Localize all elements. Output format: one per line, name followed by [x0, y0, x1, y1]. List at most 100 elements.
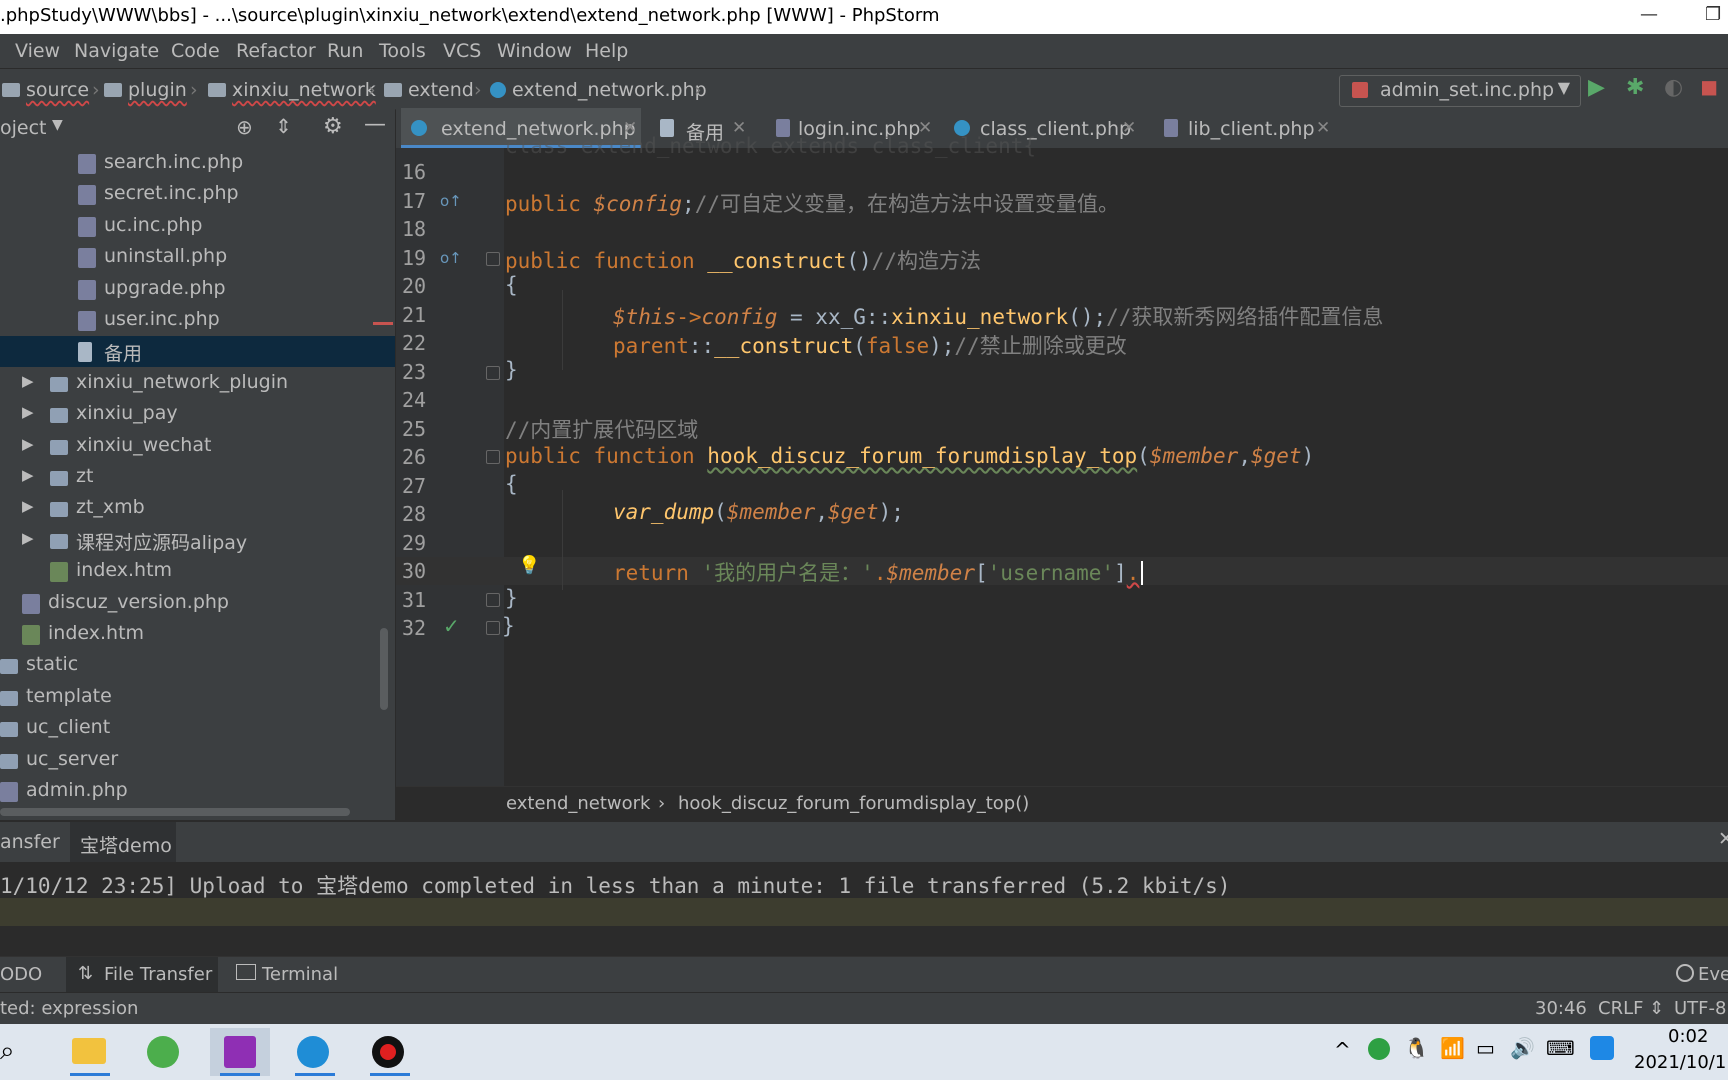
chevron-down-icon[interactable]: ▼ [52, 117, 63, 133]
locate-icon[interactable]: ⊕ [236, 115, 253, 139]
override-icon[interactable]: o↑ [440, 249, 462, 267]
restore-button[interactable]: ❐ [1705, 4, 1721, 25]
tree-item[interactable]: search.inc.php [0, 148, 395, 179]
fold-marker[interactable] [486, 450, 500, 464]
menu-window[interactable]: Window [497, 40, 572, 62]
edge-app[interactable] [285, 1028, 345, 1076]
clock-time[interactable]: 0:02 [1668, 1026, 1708, 1047]
breadcrumb-extend[interactable]: extend [384, 79, 474, 101]
run-configuration-dropdown[interactable]: admin_set.inc.php ▼ [1339, 75, 1581, 107]
recorder-app[interactable] [360, 1028, 420, 1076]
tree-item[interactable]: uc.inc.php [0, 211, 395, 242]
line-number: 18 [402, 217, 427, 241]
tray-app-icon[interactable] [1368, 1038, 1390, 1060]
tool-terminal[interactable]: Terminal [262, 964, 338, 985]
navigation-bar: source › plugin › xinxiu_network › exten… [0, 68, 1728, 110]
tree-item[interactable]: template [0, 682, 395, 713]
tree-item[interactable]: ▶ xinxiu_wechat [0, 431, 395, 462]
tree-item[interactable]: ▶ xinxiu_network_plugin [0, 368, 395, 399]
breadcrumb-xinxiu-network[interactable]: xinxiu_network [208, 79, 376, 101]
file-explorer-app[interactable] [60, 1028, 120, 1076]
tab-lib-client[interactable]: lib_client.php ✕ [1164, 108, 1334, 148]
gear-icon[interactable]: ⚙ [323, 114, 343, 139]
close-icon[interactable]: ✕ [1316, 118, 1330, 138]
battery-icon[interactable]: ▭ [1476, 1036, 1495, 1060]
wifi-icon[interactable]: 📶 [1440, 1036, 1465, 1060]
clock-date[interactable]: 2021/10/1 [1634, 1052, 1726, 1073]
caret-position[interactable]: 30:46 [1535, 998, 1587, 1019]
tree-item[interactable]: static [0, 650, 395, 681]
run-icon[interactable]: ▶ [1588, 75, 1605, 100]
tree-item[interactable]: 备用 [0, 336, 395, 368]
phpstorm-app[interactable] [210, 1028, 270, 1076]
search-icon[interactable]: ⌕ [0, 1036, 15, 1067]
expand-arrow-icon[interactable]: ▶ [22, 529, 34, 547]
tool-event-log[interactable]: Eve [1698, 964, 1728, 985]
breadcrumb-source[interactable]: source [2, 79, 89, 101]
tree-item[interactable]: discuz_version.php [0, 588, 395, 619]
fold-marker[interactable] [486, 593, 500, 607]
coverage-icon[interactable]: ◐ [1664, 75, 1683, 100]
menu-help[interactable]: Help [585, 40, 628, 62]
file-encoding[interactable]: UTF-8 [1674, 998, 1726, 1019]
tree-item[interactable]: upgrade.php [0, 274, 395, 305]
notification-icon[interactable] [1590, 1036, 1614, 1060]
breadcrumb-file[interactable]: extend_network.php [490, 79, 707, 101]
tab-file-transfer-log[interactable]: ansfer [0, 831, 60, 853]
event-log-icon [1676, 964, 1694, 982]
close-icon[interactable]: ✕ [1718, 828, 1728, 850]
breadcrumb-class[interactable]: extend_network [506, 793, 650, 814]
tree-item[interactable]: secret.inc.php [0, 179, 395, 210]
tree-item[interactable]: ▶ 课程对应源码alipay [0, 525, 395, 556]
tree-item[interactable]: ▶ xinxiu_pay [0, 399, 395, 430]
scrollbar-vertical[interactable] [380, 628, 388, 710]
line-separator[interactable]: CRLF ⇕ [1598, 998, 1664, 1019]
project-view-selector[interactable]: oject [0, 117, 47, 139]
collapse-all-icon[interactable]: ⇕ [275, 114, 292, 138]
ime-icon[interactable]: ⌨ [1546, 1036, 1575, 1060]
breadcrumb-method[interactable]: hook_discuz_forum_forumdisplay_top() [678, 793, 1029, 814]
fold-marker[interactable] [486, 252, 500, 266]
menu-refactor[interactable]: Refactor [236, 40, 316, 62]
debug-icon[interactable]: ✱ [1626, 75, 1644, 100]
tree-item[interactable]: index.htm [0, 619, 395, 650]
menu-view[interactable]: View [15, 40, 60, 62]
menu-tools[interactable]: Tools [379, 40, 426, 62]
scrollbar-horizontal[interactable] [0, 808, 350, 816]
fold-marker[interactable] [486, 621, 500, 635]
menu-code[interactable]: Code [171, 40, 220, 62]
minimize-button[interactable]: — [1640, 4, 1658, 25]
menu-vcs[interactable]: VCS [443, 40, 481, 62]
expand-arrow-icon[interactable]: ▶ [22, 466, 34, 484]
tree-item[interactable]: uc_server [0, 745, 395, 776]
menu-run[interactable]: Run [327, 40, 363, 62]
tree-item[interactable]: uc_client [0, 713, 395, 744]
expand-arrow-icon[interactable]: ▶ [22, 403, 34, 421]
breadcrumb-plugin[interactable]: plugin [104, 79, 187, 101]
browser-app[interactable] [135, 1028, 195, 1076]
volume-icon[interactable]: 🔊 [1510, 1036, 1535, 1060]
tree-item[interactable]: uninstall.php [0, 242, 395, 273]
class-file-icon [490, 82, 506, 98]
expand-arrow-icon[interactable]: ▶ [22, 372, 34, 390]
menu-navigate[interactable]: Navigate [74, 40, 159, 62]
lightbulb-icon[interactable]: 💡 [518, 555, 540, 576]
qq-icon[interactable]: 🐧 [1404, 1036, 1429, 1060]
tab-baota-demo[interactable]: 宝塔demo [80, 831, 172, 858]
stop-icon[interactable]: ◼ [1700, 75, 1718, 100]
hide-icon[interactable]: — [364, 112, 386, 137]
tool-todo[interactable]: ODO [0, 964, 42, 985]
tool-file-transfer[interactable]: File Transfer [104, 964, 212, 985]
tree-item[interactable]: user.inc.php [0, 305, 395, 336]
tree-item[interactable]: index.htm [0, 556, 395, 587]
tree-item[interactable]: ▶ zt_xmb [0, 493, 395, 524]
override-icon[interactable]: o↑ [440, 192, 462, 210]
expand-arrow-icon[interactable]: ▶ [22, 497, 34, 515]
chevron-up-icon[interactable]: ^ [1334, 1038, 1351, 1062]
close-icon[interactable]: ✕ [1122, 118, 1136, 138]
fold-marker[interactable] [486, 366, 500, 380]
editor-breadcrumb: extend_network › hook_discuz_forum_forum… [396, 786, 1728, 821]
tree-item[interactable]: ▶ zt [0, 462, 395, 493]
tree-item[interactable]: admin.php [0, 776, 395, 807]
expand-arrow-icon[interactable]: ▶ [22, 435, 34, 453]
